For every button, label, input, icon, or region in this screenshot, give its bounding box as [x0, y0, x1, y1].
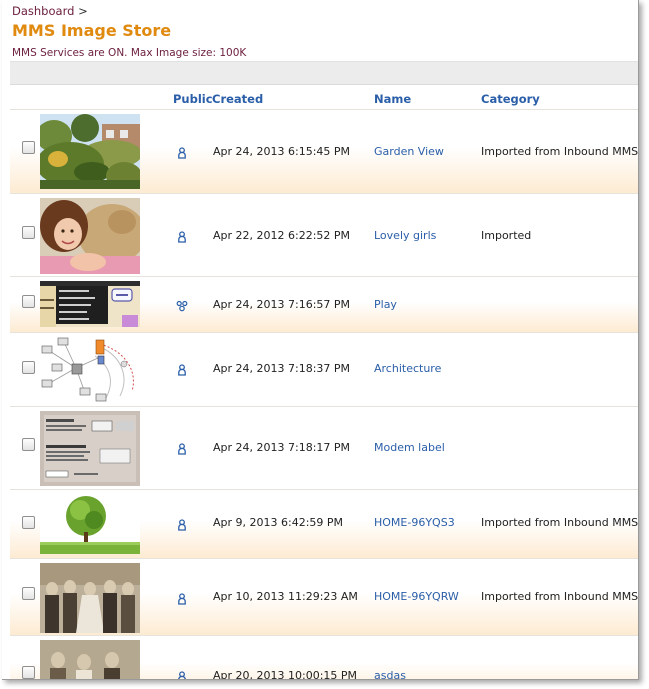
wedding-photo-image	[40, 563, 140, 633]
table-row[interactable]: Apr 20, 2013 10:00:15 PM asdas	[10, 635, 638, 680]
table-row[interactable]: Apr 10, 2013 11:29:23 AM HOME-96YQRW Imp…	[10, 558, 639, 635]
row-checkbox[interactable]	[22, 141, 35, 154]
column-header-category[interactable]: Category	[481, 92, 540, 106]
created-date: Apr 10, 2013 11:29:23 AM	[213, 590, 358, 603]
slide-image	[40, 281, 140, 327]
modem-label-thumbnail[interactable]	[40, 411, 140, 486]
row-checkbox[interactable]	[22, 361, 35, 374]
status-line: MMS Services are ON. Max Image size: 100…	[12, 47, 246, 59]
status-text: MMS Services are ON. Max Image size:	[12, 47, 217, 59]
girl-dog-thumbnail[interactable]	[40, 198, 140, 274]
tree-head-image	[40, 494, 140, 554]
network-diagram-thumbnail[interactable]	[40, 336, 140, 405]
created-date: Apr 24, 2013 7:18:17 PM	[213, 441, 351, 454]
slide-thumbnail[interactable]	[40, 281, 140, 327]
tree-head-thumbnail[interactable]	[40, 494, 140, 554]
column-header-created[interactable]: Created	[212, 92, 263, 106]
person-icon[interactable]	[175, 442, 189, 456]
created-date: Apr 9, 2013 6:42:59 PM	[213, 516, 344, 529]
image-name-link[interactable]: Lovely girls	[374, 229, 436, 242]
row-checkbox[interactable]	[22, 666, 35, 679]
old-photo-thumbnail[interactable]	[40, 640, 140, 679]
network-diagram-image	[40, 336, 140, 405]
person-icon[interactable]	[175, 518, 189, 532]
max-image-size: 100K	[219, 47, 247, 59]
category-text: Imported	[481, 229, 532, 242]
image-name-link[interactable]: HOME-96YQS3	[374, 516, 455, 529]
column-header-name[interactable]: Name	[374, 92, 411, 106]
old-photo-image	[40, 640, 140, 679]
created-date: Apr 22, 2012 6:22:52 PM	[213, 229, 351, 242]
table-row[interactable]: Apr 24, 2013 7:16:57 PM Play	[10, 276, 638, 332]
created-date: Apr 20, 2013 10:00:15 PM	[213, 669, 358, 680]
person-icon[interactable]	[175, 592, 189, 606]
toolbar-bar	[10, 61, 638, 85]
table-row[interactable]: Apr 24, 2013 7:18:17 PM Modem label	[10, 406, 638, 489]
breadcrumb: Dashboard >	[12, 4, 88, 18]
table-row[interactable]: Apr 22, 2012 6:22:52 PM Lovely girls Imp…	[10, 193, 638, 276]
row-checkbox[interactable]	[22, 438, 35, 451]
created-date: Apr 24, 2013 7:18:37 PM	[213, 362, 351, 375]
table-row[interactable]: Apr 24, 2013 7:18:37 PM Architecture	[10, 332, 638, 406]
row-checkbox[interactable]	[22, 587, 35, 600]
group-icon[interactable]	[175, 299, 189, 313]
row-checkbox[interactable]	[22, 226, 35, 239]
window: Dashboard > MMS Image Store MMS Services…	[2, 0, 639, 680]
person-icon[interactable]	[175, 146, 189, 160]
category-text: Imported from Inbound MMS	[481, 145, 639, 158]
breadcrumb-separator: >	[78, 4, 88, 18]
image-name-link[interactable]: HOME-96YQRW	[374, 590, 459, 603]
garden-thumbnail[interactable]	[40, 114, 140, 189]
wedding-photo-thumbnail[interactable]	[40, 563, 140, 633]
table-row[interactable]: Apr 24, 2013 6:15:45 PM Garden View Impo…	[10, 109, 639, 193]
person-icon[interactable]	[175, 363, 189, 377]
garden-image	[40, 114, 140, 189]
created-date: Apr 24, 2013 7:16:57 PM	[213, 298, 351, 311]
image-table: Apr 24, 2013 6:15:45 PM Garden View Impo…	[10, 109, 639, 680]
row-checkbox[interactable]	[22, 295, 35, 308]
created-date: Apr 24, 2013 6:15:45 PM	[213, 145, 351, 158]
page-title: MMS Image Store	[12, 21, 172, 40]
column-header-public[interactable]: Public	[173, 92, 213, 106]
row-checkbox[interactable]	[22, 516, 35, 529]
image-name-link[interactable]: asdas	[374, 669, 406, 679]
modem-label-image	[40, 411, 140, 486]
image-name-link[interactable]: Architecture	[374, 362, 441, 375]
image-name-link[interactable]: Play	[374, 298, 397, 311]
image-name-link[interactable]: Garden View	[374, 145, 444, 158]
image-name-link[interactable]: Modem label	[374, 441, 445, 454]
person-icon[interactable]	[175, 230, 189, 244]
table-row[interactable]: Apr 9, 2013 6:42:59 PM HOME-96YQS3 Impor…	[10, 489, 639, 558]
girl-dog-image	[40, 198, 140, 274]
breadcrumb-dashboard-link[interactable]: Dashboard	[12, 4, 74, 18]
category-text: Imported from Inbound MMS	[481, 516, 639, 529]
person-icon[interactable]	[175, 670, 189, 679]
category-text: Imported from Inbound MMS	[481, 590, 639, 603]
